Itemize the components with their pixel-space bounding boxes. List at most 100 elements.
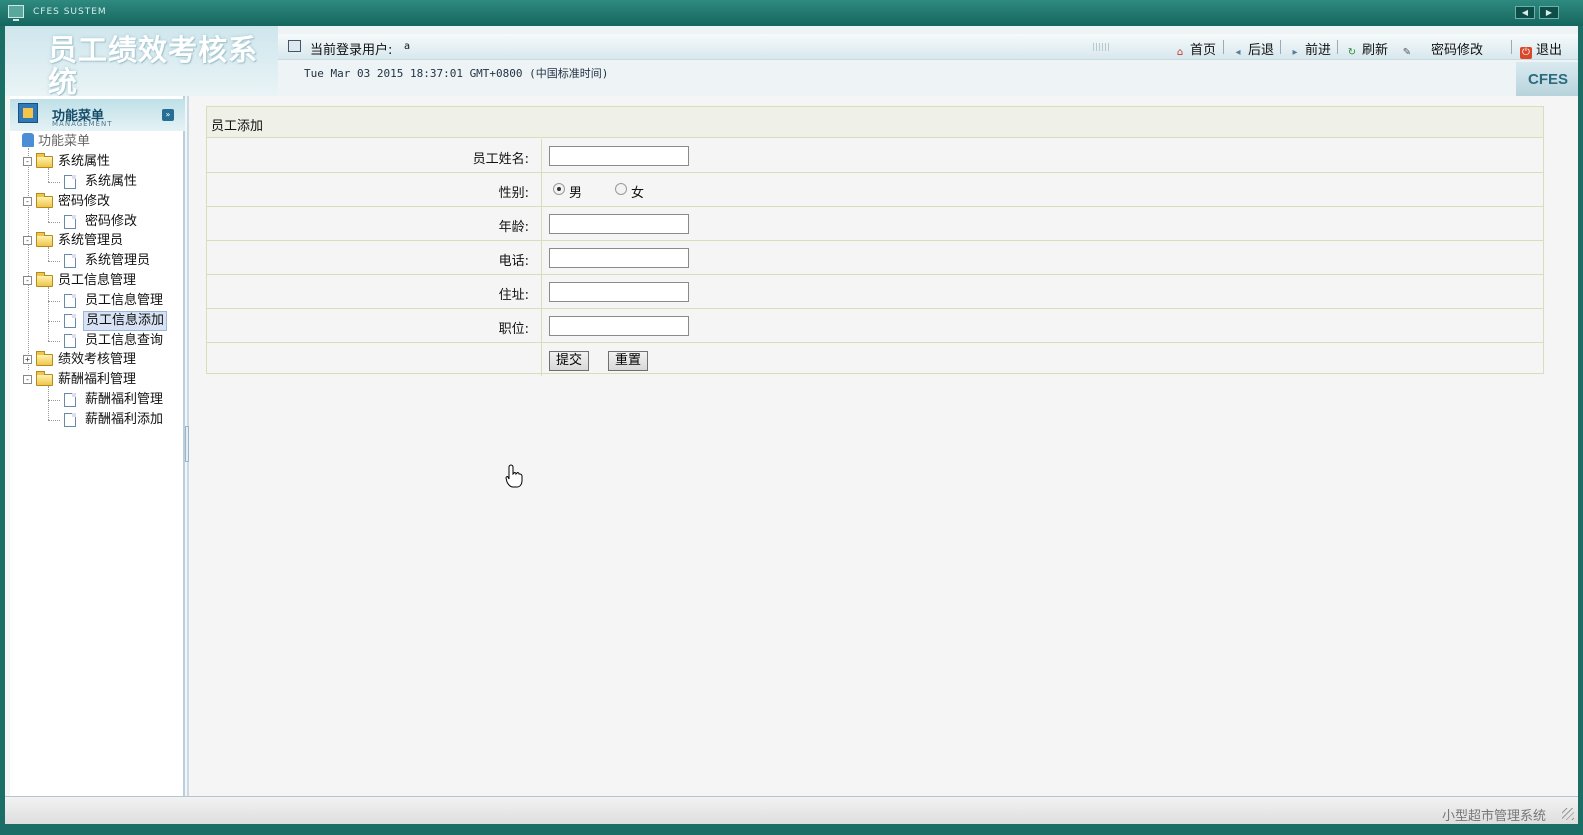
menu-subtitle: MANAGEMENT	[52, 120, 113, 128]
left-menu-panel: 功能菜单 MANAGEMENT » 功能菜单 - 系统属性 系统属性 - 密码修…	[10, 96, 185, 796]
reset-button[interactable]: 重置	[608, 351, 649, 371]
toolbar-separator	[1223, 40, 1224, 54]
document-icon	[64, 314, 76, 328]
top-header: 当前登录用户: a ⌂ 首页 ◂ 后退 ▸ 前进 ↻ 刷新 ✎ 密码修改 ⏻ 退…	[278, 26, 1578, 96]
form-row-actions: 提交 重置	[207, 343, 1543, 377]
tree-item-employee-info-query[interactable]: 员工信息查询	[48, 331, 178, 351]
document-icon	[64, 175, 76, 189]
tree-item-administrators[interactable]: 系统管理员	[48, 251, 178, 271]
tree-item-label: 密码修改	[85, 214, 138, 229]
document-icon	[64, 413, 76, 427]
panel-splitter-handle[interactable]	[185, 426, 189, 462]
tree-folder-label: 员工信息管理	[58, 273, 137, 288]
menu-header: 功能菜单 MANAGEMENT »	[10, 99, 185, 131]
toolbar-password-label: 密码修改	[1431, 43, 1484, 58]
logout-icon: ⏻	[1520, 47, 1532, 59]
current-user-value: a	[404, 41, 411, 52]
collapse-icon[interactable]: -	[23, 276, 32, 285]
age-label: 年龄:	[207, 207, 542, 240]
toolbar-separator	[1511, 40, 1512, 54]
actions-label-cell	[207, 343, 542, 376]
form-row-age: 年龄:	[207, 207, 1543, 241]
tree-folder-system-properties[interactable]: - 系统属性	[23, 152, 173, 172]
expand-icon[interactable]: +	[23, 355, 32, 364]
tree-folder-employee-info[interactable]: - 员工信息管理	[23, 271, 173, 291]
scroll-right-button[interactable]: ▶	[1539, 6, 1559, 19]
toolbar-password-button[interactable]: ✎ 密码修改	[1401, 39, 1483, 59]
document-icon	[64, 294, 76, 308]
system-logo-text: 员工绩效考核系统	[48, 33, 259, 96]
document-icon	[64, 254, 76, 268]
toolbar-refresh-button[interactable]: ↻ 刷新	[1346, 39, 1388, 59]
tree-item-label: 系统管理员	[85, 253, 151, 268]
tree-item-label: 员工信息查询	[85, 333, 164, 348]
home-icon: ⌂	[1176, 47, 1184, 58]
toolbar-logout-button[interactable]: ⏻ 退出	[1520, 39, 1562, 59]
phone-label: 电话:	[207, 241, 542, 274]
edit-password-icon: ✎	[1402, 47, 1412, 58]
tree-item-employee-info-manage[interactable]: 员工信息管理	[48, 291, 178, 311]
form-title: 员工添加	[207, 107, 1543, 138]
tree-item-system-properties[interactable]: 系统属性	[48, 172, 178, 192]
gender-male-label: 男	[569, 186, 583, 201]
tree-connector	[28, 148, 29, 370]
folder-icon	[36, 272, 53, 287]
toolbar-home-label: 首页	[1190, 43, 1217, 58]
tree-item-password[interactable]: 密码修改	[48, 212, 178, 232]
tree-item-salary-add[interactable]: 薪酬福利添加	[48, 410, 178, 430]
tree-folder-label: 系统管理员	[58, 233, 124, 248]
gender-female-radio[interactable]	[615, 183, 627, 195]
folder-icon	[36, 371, 53, 386]
document-icon	[64, 334, 76, 348]
status-text: 小型超市管理系统	[1441, 809, 1546, 824]
tree-folder-performance[interactable]: + 绩效考核管理	[23, 350, 173, 370]
document-icon	[64, 393, 76, 407]
collapse-menu-icon[interactable]: »	[162, 109, 174, 121]
gender-label: 性别:	[207, 173, 542, 206]
tree-folder-label: 薪酬福利管理	[58, 372, 137, 387]
position-input[interactable]	[549, 316, 689, 336]
gender-male-radio[interactable]	[553, 183, 565, 195]
toolbar-forward-button[interactable]: ▸ 前进	[1289, 39, 1331, 59]
age-input[interactable]	[549, 214, 689, 234]
tree-root-label: 功能菜单	[38, 134, 91, 149]
toolbar-grip	[1093, 43, 1111, 51]
tree-folder-administrators[interactable]: - 系统管理员	[23, 231, 173, 251]
collapse-icon[interactable]: -	[23, 157, 32, 166]
collapse-icon[interactable]: -	[23, 236, 32, 245]
tree-folder-password[interactable]: - 密码修改	[23, 192, 173, 212]
submit-button[interactable]: 提交	[549, 351, 590, 371]
tree-item-employee-info-add[interactable]: 员工信息添加	[48, 311, 178, 331]
folder-icon	[36, 232, 53, 247]
tree-folder-salary[interactable]: - 薪酬福利管理	[23, 370, 173, 390]
tree-item-label: 系统属性	[85, 174, 138, 189]
folder-icon	[36, 351, 53, 366]
resize-grip-icon[interactable]	[1562, 808, 1574, 820]
tree-folder-label: 绩效考核管理	[58, 352, 137, 367]
window-bottom-frame	[0, 824, 1583, 835]
status-bar: 小型超市管理系统	[5, 796, 1578, 824]
gender-female-label: 女	[631, 186, 645, 201]
toolbar-forward-label: 前进	[1305, 43, 1332, 58]
tree-root[interactable]: 功能菜单	[22, 132, 90, 152]
phone-input[interactable]	[549, 248, 689, 268]
collapse-icon[interactable]: -	[23, 197, 32, 206]
collapse-icon[interactable]: -	[23, 375, 32, 384]
cfes-badge: CFES	[1516, 62, 1578, 96]
forward-arrow-icon: ▸	[1292, 47, 1298, 58]
window-titlebar: CFES SUSTEM ◀ ▶	[0, 0, 1583, 26]
tree-item-salary-manage[interactable]: 薪酬福利管理	[48, 390, 178, 410]
form-row-gender: 性别: 男 女	[207, 173, 1543, 207]
employee-add-form: 员工添加 员工姓名: 性别: 男 女 年龄: 电话: 住址: 职位: 提交 重置	[206, 106, 1544, 377]
toolbar-back-button[interactable]: ◂ 后退	[1232, 39, 1274, 59]
computer-icon	[22, 133, 34, 147]
tree-item-label: 员工信息管理	[85, 293, 164, 308]
address-input[interactable]	[549, 282, 689, 302]
user-window-icon	[288, 40, 301, 52]
scroll-left-button[interactable]: ◀	[1515, 6, 1535, 19]
toolbar-logout-label: 退出	[1536, 43, 1563, 58]
form-row-phone: 电话:	[207, 241, 1543, 275]
header-toolbar: 当前登录用户: a ⌂ 首页 ◂ 后退 ▸ 前进 ↻ 刷新 ✎ 密码修改 ⏻ 退…	[278, 34, 1578, 60]
toolbar-home-button[interactable]: ⌂ 首页	[1174, 39, 1216, 59]
employee-name-input[interactable]	[549, 146, 689, 166]
